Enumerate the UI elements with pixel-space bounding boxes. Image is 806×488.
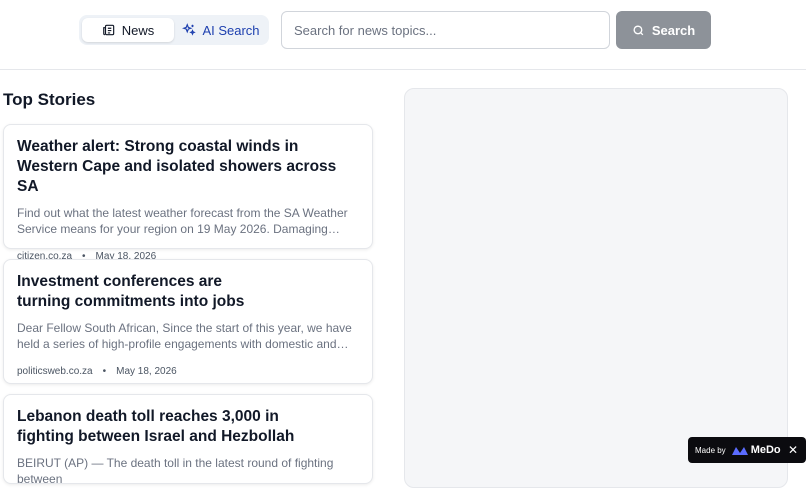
story-source: politicsweb.co.za: [17, 366, 93, 377]
brand-name: MeDo: [750, 444, 781, 456]
story-title: Lebanon death toll reaches 3,000 in figh…: [17, 408, 295, 445]
medo-logo-icon: [731, 447, 748, 455]
search-button-label: Search: [651, 22, 696, 38]
newspaper-icon: [102, 24, 114, 36]
story-card[interactable]: Investment conferences are turning commi…: [3, 259, 373, 384]
news-tab-label: News: [121, 22, 155, 38]
section-title: Top Stories: [3, 90, 96, 109]
story-snippet: BEIRUT (AP) — The death toll in the late…: [17, 456, 334, 486]
story-card[interactable]: Weather alert: Strong coastal winds in W…: [3, 124, 373, 262]
detail-panel: [404, 88, 788, 488]
search-icon: [633, 24, 644, 35]
story-card[interactable]: Lebanon death toll reaches 3,000 in figh…: [3, 394, 373, 486]
story-meta: politicsweb.co.za • May 18, 2026: [17, 366, 360, 377]
story-title: Weather alert: Strong coastal winds in W…: [17, 138, 337, 195]
story-title: Investment conferences are turning commi…: [17, 273, 245, 310]
search-input[interactable]: [281, 11, 610, 49]
sparkles-icon: [182, 23, 197, 36]
story-snippet: Dear Fellow South African, Since the sta…: [17, 321, 352, 351]
made-by-label: Made by: [695, 445, 726, 455]
close-icon[interactable]: ✕: [788, 443, 798, 457]
made-by-badge[interactable]: Made by MeDo ✕: [688, 437, 806, 463]
story-snippet: Find out what the latest weather forecas…: [17, 206, 348, 236]
search-button[interactable]: Search: [616, 11, 711, 49]
ai-search-tab[interactable]: AI Search: [176, 18, 266, 42]
mode-toggle: News AI Search: [79, 15, 269, 45]
ai-search-tab-label: AI Search: [202, 22, 260, 38]
news-tab[interactable]: News: [82, 18, 174, 42]
top-header: News AI Search Search: [0, 0, 806, 70]
story-date: May 18, 2026: [116, 366, 177, 377]
meta-separator: •: [102, 366, 107, 377]
